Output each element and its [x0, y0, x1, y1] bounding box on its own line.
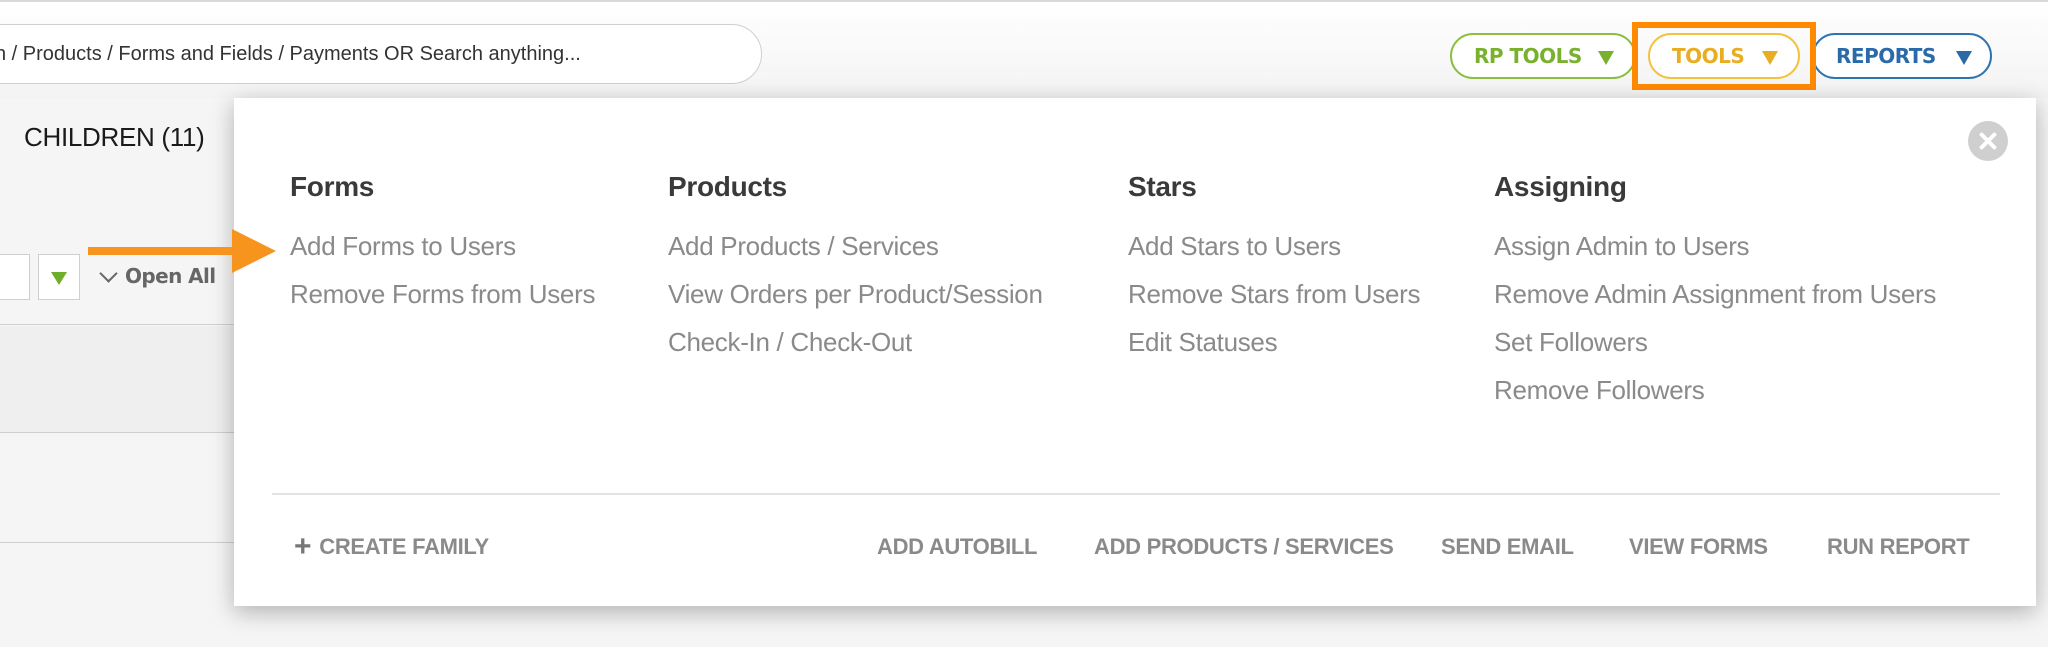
- rp-tools-button[interactable]: RP TOOLS: [1450, 33, 1636, 79]
- menu-heading-stars: Stars: [1128, 171, 1197, 202]
- menu-item-edit-statuses[interactable]: Edit Statuses: [1128, 318, 1420, 366]
- menu-item-add-products-services[interactable]: Add Products / Services: [668, 222, 1043, 270]
- menu-heading-products: Products: [668, 171, 787, 202]
- menu-column-products: Products Add Products / Services View Or…: [668, 171, 1043, 366]
- menu-item-assign-admin-to-users[interactable]: Assign Admin to Users: [1494, 222, 1936, 270]
- reports-label: REPORTS: [1836, 44, 1936, 68]
- caret-down-icon: [51, 272, 67, 285]
- menu-item-add-stars-to-users[interactable]: Add Stars to Users: [1128, 222, 1420, 270]
- divider: [0, 324, 240, 325]
- rp-tools-label: RP TOOLS: [1474, 44, 1582, 68]
- create-family-button[interactable]: + CREATE FAMILY: [294, 530, 489, 563]
- tools-dropdown-panel: Forms Add Forms to Users Remove Forms fr…: [234, 98, 2036, 606]
- menu-item-remove-forms-from-users[interactable]: Remove Forms from Users: [290, 270, 595, 318]
- annotation-arrow: [88, 247, 234, 255]
- filter-dropdown[interactable]: [38, 254, 80, 300]
- menu-column-assigning: Assigning Assign Admin to Users Remove A…: [1494, 171, 1936, 414]
- run-report-button[interactable]: RUN REPORT: [1827, 534, 1970, 560]
- menu-heading-forms: Forms: [290, 171, 375, 202]
- view-forms-button[interactable]: VIEW FORMS: [1629, 534, 1768, 560]
- plus-icon: +: [294, 530, 312, 563]
- reports-button[interactable]: REPORTS: [1812, 33, 1992, 79]
- menu-item-add-forms-to-users[interactable]: Add Forms to Users: [290, 222, 595, 270]
- menu-item-remove-followers[interactable]: Remove Followers: [1494, 366, 1936, 414]
- top-bar: RP TOOLS TOOLS REPORTS: [0, 0, 2048, 98]
- left-row-shade: [0, 326, 240, 432]
- open-all-label: Open All: [125, 264, 216, 288]
- add-products-services-button[interactable]: ADD PRODUCTS / SERVICES: [1094, 534, 1394, 560]
- arrow-right-icon: [232, 229, 276, 273]
- menu-item-view-orders-per-product[interactable]: View Orders per Product/Session: [668, 270, 1043, 318]
- send-email-button[interactable]: SEND EMAIL: [1441, 534, 1574, 560]
- caret-down-icon: [1956, 51, 1972, 65]
- tools-highlight-box: [1632, 22, 1816, 90]
- filter-input[interactable]: [0, 254, 30, 300]
- menu-heading-assigning: Assigning: [1494, 171, 1627, 202]
- children-tab-title[interactable]: CHILDREN (11): [24, 122, 205, 153]
- menu-item-remove-stars-from-users[interactable]: Remove Stars from Users: [1128, 270, 1420, 318]
- add-autobill-button[interactable]: ADD AUTOBILL: [877, 534, 1037, 560]
- search-input[interactable]: [0, 25, 761, 83]
- menu-item-remove-admin-assignment[interactable]: Remove Admin Assignment from Users: [1494, 270, 1936, 318]
- menu-column-forms: Forms Add Forms to Users Remove Forms fr…: [290, 171, 595, 318]
- chevron-down-icon: [99, 263, 118, 283]
- divider: [0, 432, 240, 433]
- menu-column-stars: Stars Add Stars to Users Remove Stars fr…: [1128, 171, 1420, 366]
- close-icon[interactable]: [1968, 121, 2008, 161]
- create-family-label: CREATE FAMILY: [319, 534, 489, 559]
- search-box[interactable]: [0, 24, 762, 84]
- divider: [0, 542, 240, 543]
- panel-divider: [272, 493, 2000, 495]
- open-all-button[interactable]: Open All: [99, 263, 216, 288]
- menu-item-set-followers[interactable]: Set Followers: [1494, 318, 1936, 366]
- menu-item-check-in-check-out[interactable]: Check-In / Check-Out: [668, 318, 1043, 366]
- caret-down-icon: [1598, 51, 1614, 65]
